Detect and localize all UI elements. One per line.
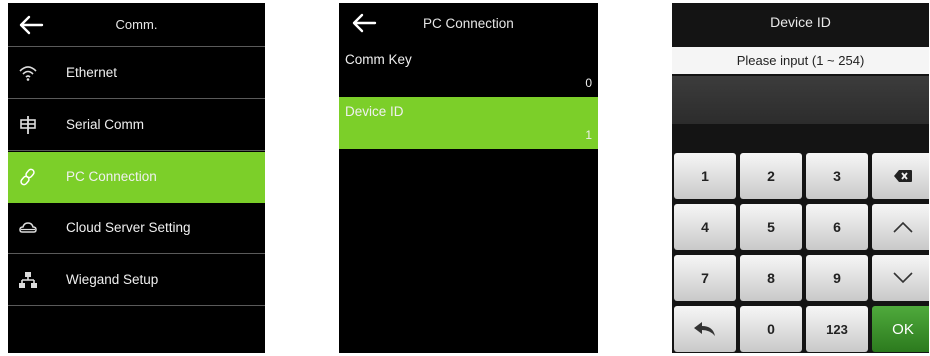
menu-label: Serial Comm [66,117,145,132]
chevron-up-icon [893,221,913,233]
ok-button[interactable]: OK [872,306,929,352]
device-id-input[interactable] [672,76,929,124]
back-arrow-icon[interactable] [351,12,377,34]
menu-label: Ethernet [66,65,118,80]
pc-connection-screen: PC Connection Comm Key 0 Device ID 1 [339,3,598,353]
page-title: Device ID [770,14,831,30]
down-key[interactable] [872,255,929,301]
menu-label: PC Connection [66,169,157,184]
network-icon [18,270,38,290]
key-6[interactable]: 6 [806,204,868,250]
up-key[interactable] [872,204,929,250]
numeric-keypad: 1 2 3 4 5 6 7 8 9 0 123 OK [672,153,929,353]
key-8[interactable]: 8 [740,255,802,301]
key-5[interactable]: 5 [740,204,802,250]
field-value: 0 [585,76,592,90]
key-9[interactable]: 9 [806,255,868,301]
menu-item-serial-comm[interactable]: Serial Comm [8,100,265,151]
backspace-icon [894,170,912,182]
cloud-icon [18,218,38,238]
field-label: Comm Key [345,52,412,67]
page-title: Comm. [115,17,158,32]
menu-item-cloud-server-setting[interactable]: Cloud Server Setting [8,203,265,254]
key-1[interactable]: 1 [674,153,736,199]
comm-key-field[interactable]: Comm Key 0 [339,45,598,97]
backspace-key[interactable] [872,153,929,199]
return-key[interactable] [674,306,736,352]
input-prompt: Please input (1 ~ 254) [672,47,929,74]
chevron-down-icon [893,272,913,284]
title-bar: PC Connection [339,3,598,43]
mode-123-key[interactable]: 123 [806,306,868,352]
key-7[interactable]: 7 [674,255,736,301]
field-value: 1 [585,128,592,142]
wifi-icon [18,63,38,83]
menu-item-ethernet[interactable]: Ethernet [8,48,265,99]
device-id-screen: Device ID Please input (1 ~ 254) 1 2 3 4… [672,3,929,353]
key-0[interactable]: 0 [740,306,802,352]
title-bar: Comm. [8,3,265,47]
link-icon [18,167,38,187]
menu-item-pc-connection[interactable]: PC Connection [8,152,265,203]
serial-icon [18,115,38,135]
return-arrow-icon [694,322,715,336]
menu-item-wiegand-setup[interactable]: Wiegand Setup [8,255,265,306]
comm-screen: Comm. Ethernet Serial Comm PC Connection… [8,3,265,353]
key-4[interactable]: 4 [674,204,736,250]
field-label: Device ID [345,104,404,119]
menu-label: Wiegand Setup [66,272,159,287]
device-id-field[interactable]: Device ID 1 [339,97,598,149]
menu-label: Cloud Server Setting [66,220,191,235]
key-2[interactable]: 2 [740,153,802,199]
key-3[interactable]: 3 [806,153,868,199]
page-title: PC Connection [423,16,514,31]
